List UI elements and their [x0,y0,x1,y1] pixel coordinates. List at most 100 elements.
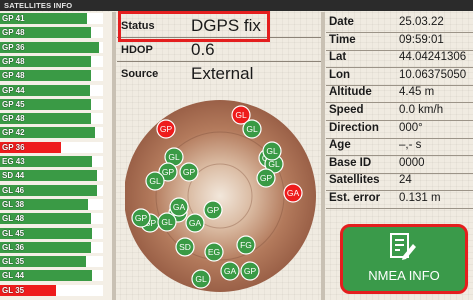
satellite-label: GP 36 [2,142,25,152]
detail-row: Speed 0.0 km/h [326,103,473,121]
satellite-marker-ok[interactable]: GA [220,261,240,281]
satellite-row[interactable]: GP 36 [0,141,105,153]
signal-bar-remainder [61,141,103,153]
satellite-marker-label: GP [244,266,257,276]
satellite-marker-label: GP [160,124,173,134]
satellite-marker-weak[interactable]: GA [283,183,303,203]
satellite-label: SD 44 [2,171,25,181]
satellite-row[interactable]: GL 44 [0,269,105,282]
signal-bar-remainder [97,170,103,182]
signal-bar-remainder [92,227,103,239]
satellite-row[interactable]: GP 48 [0,26,105,39]
signal-bar-remainder [91,241,103,253]
satellite-label: GL 46 [2,185,25,195]
satellite-label: GL 35 [2,257,25,267]
satellite-marker-ok[interactable]: GA [185,213,205,233]
satellite-row[interactable]: GP 41 [0,12,105,24]
title-bar: SATELLITES INFO [0,0,473,11]
satellite-row[interactable]: SD 44 [0,169,105,182]
satellite-label: GL 35 [2,285,25,295]
detail-value: 10.06375050 [399,68,467,81]
signal-bar-remainder [95,127,103,139]
satellite-row[interactable]: GL 38 [0,198,105,210]
satellite-row[interactable]: GP 36 [0,41,105,53]
signal-bar-remainder [91,70,103,82]
title-text: SATELLITES INFO [4,1,73,10]
signal-bar-remainder [87,13,103,24]
status-highlight-box [118,11,270,42]
satellite-marker-ok[interactable]: GL [191,269,211,289]
detail-value: 000° [399,121,423,134]
satellite-row[interactable]: EG 43 [0,155,105,167]
satellite-marker-ok[interactable]: GL [262,141,282,161]
satellite-marker-label: GL [246,124,258,134]
satellite-row[interactable]: GP 44 [0,84,105,96]
satellite-marker-ok[interactable]: GP [179,162,199,182]
satellite-label: GP 44 [2,85,25,95]
satellite-row[interactable]: GL 36 [0,241,105,253]
satellite-row[interactable]: GL 35 [0,255,105,268]
satellite-marker-ok[interactable]: GP [203,200,223,220]
satellite-marker-ok[interactable]: GL [145,171,165,191]
satellite-marker-ok[interactable]: GP [240,261,260,281]
satellite-marker-label: GL [161,217,173,227]
satellite-row[interactable]: GL 48 [0,212,105,225]
satellite-marker-label: FG [240,240,252,250]
detail-row: Altitude 4.45 m [326,85,473,104]
sky-plot[interactable]: GLGPGLGLGPGLGPGLGPGLGPGAGAGPGPGPGLGASDEG… [125,96,317,298]
satellite-marker-label: GA [173,202,186,212]
satellite-marker-label: GL [168,152,180,162]
source-label: Source [121,68,159,80]
satellite-marker-label: GP [207,205,220,215]
satellite-marker-label: GA [224,266,237,276]
satellite-row[interactable]: GL 45 [0,227,105,239]
satellite-label: GP 41 [2,14,25,23]
satellite-row[interactable]: GP 42 [0,126,105,139]
detail-label: Est. error [329,192,381,204]
satellite-label: GP 36 [2,42,25,52]
satellite-marker-weak[interactable]: GP [156,119,176,139]
signal-bar-remainder [91,113,103,125]
satellite-marker-ok[interactable]: GL [242,119,262,139]
satellite-marker-ok[interactable]: GL [157,212,177,232]
satellite-marker-ok[interactable]: SD [175,237,195,257]
satellite-marker-label: GP [135,213,148,223]
satellite-marker-label: GL [266,146,278,156]
satellite-marker-label: EG [208,247,220,257]
detail-row: Est. error 0.131 m [326,191,473,209]
satellite-row[interactable]: GP 48 [0,55,105,67]
satellite-row[interactable]: GP 48 [0,112,105,125]
detail-value: 44.04241306 [399,51,467,64]
satellite-row[interactable]: GP 45 [0,98,105,110]
satellite-label: GP 48 [2,114,25,124]
satellite-marker-ok[interactable]: GP [131,208,151,228]
detail-value: 25.03.22 [399,16,444,28]
nmea-info-button[interactable]: NMEA INFO [340,224,473,300]
satellite-marker-ok[interactable]: GP [256,168,276,188]
satellite-label: GL 48 [2,214,25,224]
detail-row: Base ID 0000 [326,156,473,174]
signal-bar-remainder [86,256,103,268]
satellite-label: GP 48 [2,28,25,38]
detail-value: 09:59:01 [399,33,444,46]
satellite-row[interactable]: GP 48 [0,69,105,82]
detail-label: Base ID [329,156,372,169]
source-row: Source External [117,63,321,85]
satellite-marker-ok[interactable]: FG [236,235,256,255]
satellite-marker-ok[interactable]: GA [169,197,189,217]
satellite-row[interactable]: GL 35 [0,284,105,296]
signal-bar-remainder [99,41,103,53]
detail-value: 0000 [399,156,425,169]
signal-bar-remainder [97,184,103,196]
satellite-label: GP 48 [2,56,25,66]
document-pencil-icon [390,233,416,260]
hdop-label: HDOP [121,44,153,56]
satellite-marker-label: GA [189,218,202,228]
signal-bar-remainder [91,213,103,225]
detail-value: 0.131 m [399,192,441,204]
hdop-row: HDOP 0.6 [117,39,321,62]
satellite-list[interactable]: GP 41 GP 48 GP 36 GP 48 GP 48 GP 44 GP 45 GP 48… [0,12,112,300]
satellite-row[interactable]: GL 46 [0,184,105,196]
satellite-marker-ok[interactable]: EG [204,242,224,262]
satellite-label: GL 36 [2,242,25,252]
